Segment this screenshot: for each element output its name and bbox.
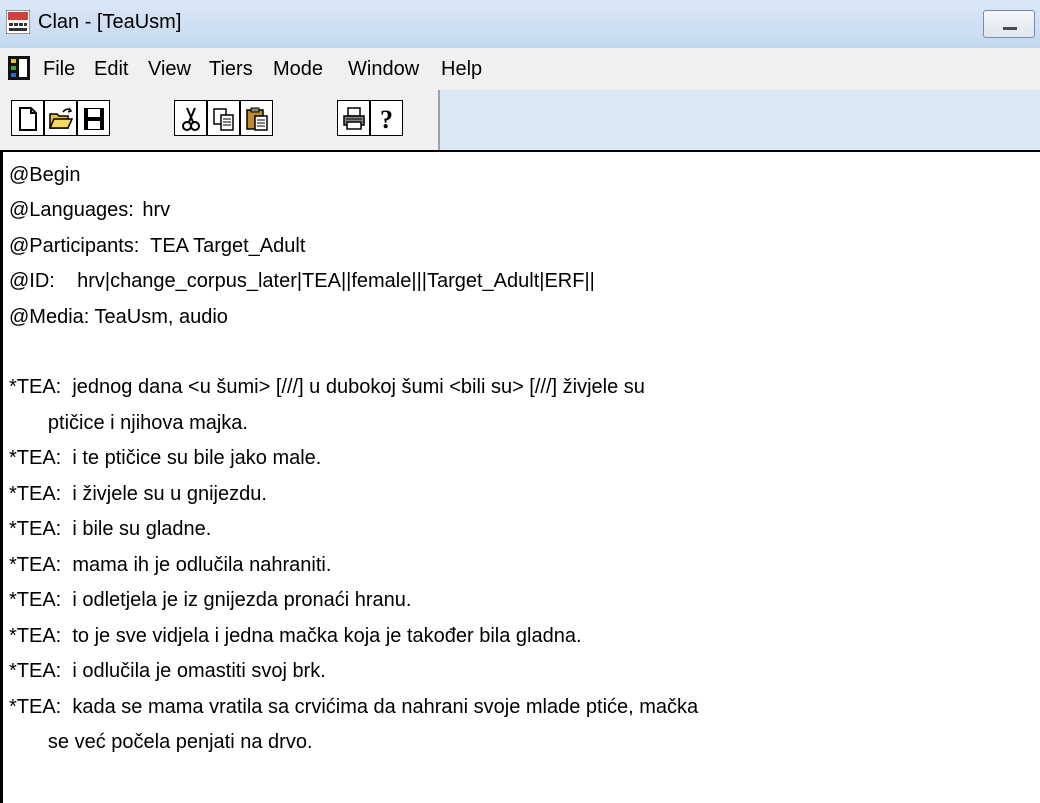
utterance-continuation: se već počela penjati na drvo. [9, 731, 313, 753]
menu-help[interactable]: Help [441, 58, 482, 81]
utterance-line: *TEA: jednog dana <u šumi> [///] u dubok… [9, 376, 645, 398]
menu-tiers[interactable]: Tiers [209, 58, 253, 81]
window-title: Clan - [TeaUsm] [38, 11, 182, 33]
paste-button[interactable] [240, 100, 273, 136]
new-file-icon [19, 107, 37, 131]
toolbar: ? [0, 90, 1040, 150]
help-icon: ? [380, 106, 393, 132]
open-folder-icon [49, 107, 73, 129]
utterance-line: *TEA: kada se mama vratila sa crvićima d… [9, 696, 699, 718]
menu-edit[interactable]: Edit [94, 58, 128, 81]
header-languages: @Languages: hrv [9, 199, 171, 221]
open-folder-button[interactable] [44, 100, 77, 136]
header-participants: @Participants: TEA Target_Adult [9, 235, 306, 257]
minimize-button[interactable] [983, 10, 1035, 38]
header-id: @ID: hrv|change_corpus_later|TEA||female… [9, 270, 595, 292]
svg-text:?: ? [380, 106, 393, 132]
header-media: @Media: TeaUsm, audio [9, 306, 228, 328]
utterance-line: *TEA: i odletjela je iz gnijezda pronaći… [9, 589, 412, 611]
save-icon [84, 108, 104, 130]
menu-file[interactable]: File [43, 58, 75, 81]
utterance-line: *TEA: i bile su gladne. [9, 518, 212, 540]
title-bar: Clan - [TeaUsm] [0, 0, 1040, 48]
cut-button[interactable] [174, 100, 207, 136]
cut-icon [182, 107, 200, 131]
toolbar-empty-area [440, 90, 1040, 150]
header-begin: @Begin [9, 164, 81, 186]
copy-button[interactable] [207, 100, 240, 136]
utterance-continuation: ptičice i njihova majka. [9, 412, 248, 434]
utterance-line: *TEA: i te ptičice su bile jako male. [9, 447, 322, 469]
menu-mode[interactable]: Mode [273, 58, 323, 81]
paste-icon [246, 107, 268, 131]
print-button[interactable] [337, 100, 370, 136]
menu-bar: File Edit View Tiers Mode Window Help [0, 48, 1040, 91]
minimize-icon [1003, 27, 1017, 30]
print-icon [343, 107, 365, 130]
utterance-line: *TEA: to je sve vidjela i jedna mačka ko… [9, 625, 582, 647]
save-button[interactable] [77, 100, 110, 136]
document-menu-icon[interactable] [8, 56, 30, 80]
toolbar-buttons-panel: ? [0, 90, 440, 150]
utterance-line: *TEA: i živjele su u gnijezdu. [9, 483, 267, 505]
menu-view[interactable]: View [148, 58, 191, 81]
help-button[interactable]: ? [370, 100, 403, 136]
utterance-line: *TEA: i odlučila je omastiti svoj brk. [9, 660, 326, 682]
transcript-editor[interactable]: @Begin @Languages: hrv @Participants: TE… [0, 150, 1040, 803]
clan-app-icon [5, 9, 31, 35]
utterance-line: *TEA: mama ih je odlučila nahraniti. [9, 554, 332, 576]
copy-icon [213, 108, 234, 131]
new-file-button[interactable] [11, 100, 44, 136]
menu-window[interactable]: Window [348, 58, 419, 81]
